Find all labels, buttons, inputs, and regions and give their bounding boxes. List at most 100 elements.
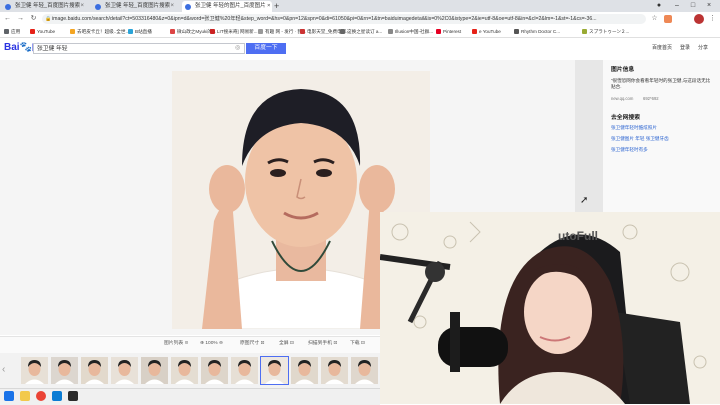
bookmark-item[interactable]: 有趣 网 - 发行 · 我... <box>258 26 306 37</box>
baidu-tab-icon <box>95 3 101 10</box>
thumbnail[interactable] <box>231 357 258 384</box>
tab-label: 张卫健 年轻_百度图片搜索 <box>105 3 171 9</box>
windows-start-icon[interactable] <box>4 391 14 401</box>
webcam-overlay: utoFull <box>380 212 720 404</box>
bookmark-label: 应用 <box>11 29 21 34</box>
baidu-tab-icon <box>5 3 11 10</box>
bookmark-item[interactable]: 应用 <box>4 26 20 37</box>
lock-icon[interactable]: 🔒 <box>45 14 51 24</box>
thumbnail[interactable] <box>21 357 48 384</box>
bookmark-icon <box>4 29 9 34</box>
bookmark-icon <box>340 29 345 34</box>
bookmark-item[interactable]: 微山政之Myuki的... <box>170 26 216 37</box>
bookmark-label: Pinterest <box>443 29 462 34</box>
search-button[interactable]: 百度一下 <box>246 43 286 54</box>
address-input[interactable]: image.baidu.com/search/detail?ct=5033164… <box>42 14 646 24</box>
toolbar-download[interactable]: 下载 ⊡ <box>350 339 365 349</box>
tab[interactable]: 张卫健 年轻_百度图片搜索 × <box>2 1 88 12</box>
avatar[interactable] <box>694 14 704 24</box>
tab-active[interactable]: 张卫健 年轻的图片_百度图片 × <box>182 1 272 12</box>
baidu-tab-icon <box>185 3 191 10</box>
bookmark-icon <box>210 29 215 34</box>
info-title: 图片信息 <box>611 67 635 73</box>
bookmark-label: Rhythm Doctor C... <box>521 29 561 34</box>
menu-icon[interactable]: ⋮ <box>708 12 717 26</box>
bookmark-icon <box>128 29 133 34</box>
tab[interactable]: 张卫健 年轻_百度图片搜索 × <box>92 1 178 12</box>
bookmark-icon <box>436 29 441 34</box>
close-tab-icon[interactable]: × <box>170 1 174 12</box>
bookmark-icon <box>70 29 75 34</box>
toolbar-image-list[interactable]: 图片列表 ⊙ <box>164 339 189 349</box>
info-dimensions: 692*692 <box>643 96 659 101</box>
file-explorer-icon[interactable] <box>20 391 30 401</box>
thumbnail[interactable] <box>141 357 168 384</box>
link-baidu-home[interactable]: 百度首页 <box>652 45 672 52</box>
toolbar-scan-to-phone[interactable]: 扫描到手机 ⊡ <box>308 339 337 349</box>
new-tab-button[interactable]: + <box>274 0 279 12</box>
bookmark-label: B站直播 <box>135 29 152 34</box>
camera-search-icon[interactable]: ◎ <box>235 43 240 54</box>
bookmark-icon <box>30 29 35 34</box>
related-link[interactable]: 张卫健年轻时有多 <box>611 146 648 154</box>
thumbnail[interactable] <box>81 357 108 384</box>
bookmark-label: スプラトゥーン２... <box>589 29 630 34</box>
thumbnail[interactable] <box>201 357 228 384</box>
close-tab-icon[interactable]: × <box>80 1 84 12</box>
forward-icon[interactable]: → <box>16 12 25 26</box>
profile-menu-icon[interactable]: ● <box>652 0 666 12</box>
info-caption[interactable]: “很惶恐网你会看看年轻时的张卫健,与这段话无比贴合. <box>611 78 711 90</box>
thumbnail[interactable] <box>291 357 318 384</box>
bookmark-star-icon[interactable]: ☆ <box>650 12 659 26</box>
bookmark-item[interactable]: スプラトゥーン２... <box>582 26 629 37</box>
bookmark-label: 去吧皮卡丘！超级..全世... <box>77 29 130 34</box>
bookmark-item[interactable]: e YouTube <box>472 26 501 37</box>
chrome-icon[interactable] <box>36 391 46 401</box>
bookmark-item[interactable]: LIT搜米奇] 网易新... <box>210 26 258 37</box>
bookmark-item[interactable]: Illusion中国-社群... <box>388 26 433 37</box>
bookmark-label: LIT搜米奇] 网易新... <box>217 29 258 34</box>
app-icon[interactable] <box>68 391 78 401</box>
thumbnail[interactable] <box>51 357 78 384</box>
search-input[interactable]: 张卫健 年轻 <box>33 43 245 54</box>
bookmark-item[interactable]: Pinterest <box>436 26 461 37</box>
bookmark-icon <box>258 29 263 34</box>
link-share[interactable]: 分享 <box>698 45 708 52</box>
extension-icon[interactable] <box>664 15 672 23</box>
bookmark-item[interactable]: 这换之星读订 a... <box>340 26 382 37</box>
related-link[interactable]: 张卫健图片 年轻 张卫健牙齿 <box>611 135 669 143</box>
chevron-left-icon[interactable]: ‹ <box>2 363 5 377</box>
bookmark-item[interactable]: 去吧皮卡丘！超级..全世... <box>70 26 129 37</box>
bookmark-icon <box>388 29 393 34</box>
bookmark-label: YouTube <box>37 29 56 34</box>
mouse-cursor-icon: ➚ <box>580 195 589 206</box>
thumbnail[interactable] <box>111 357 138 384</box>
bookmark-item[interactable]: B站直播 <box>128 26 152 37</box>
thumbnail[interactable] <box>351 357 378 384</box>
back-icon[interactable]: ← <box>3 12 12 26</box>
svg-text:utoFull: utoFull <box>558 229 598 243</box>
bookmark-label: 这换之星读订 a... <box>347 29 383 34</box>
app-icon[interactable] <box>52 391 62 401</box>
thumbnail[interactable] <box>260 356 289 385</box>
maximize-icon[interactable]: □ <box>686 0 700 12</box>
bookmark-item[interactable]: Rhythm Doctor C... <box>514 26 560 37</box>
tab-label: 张卫健 年轻的图片_百度图片 × <box>195 3 271 9</box>
toolbar-original-size[interactable]: 原图尺寸 ⊡ <box>240 339 265 349</box>
bookmark-label: Illusion中国-社群... <box>395 29 434 34</box>
info-source[interactable]: new.qq.com <box>611 96 633 101</box>
thumbnail[interactable] <box>171 357 198 384</box>
bookmark-item[interactable]: YouTube <box>30 26 55 37</box>
link-login[interactable]: 登录 <box>680 45 690 52</box>
bookmark-icon <box>472 29 477 34</box>
reload-icon[interactable]: ↻ <box>29 12 38 26</box>
toolbar-zoom[interactable]: ⊕ 100% ⊖ <box>200 339 223 349</box>
related-link[interactable]: 张卫健年轻时酷炫照片 <box>611 124 657 132</box>
thumbnail[interactable] <box>321 357 348 384</box>
search-web-title: 去全网搜索 <box>611 115 640 121</box>
bookmark-icon <box>170 29 175 34</box>
bookmark-icon <box>582 29 587 34</box>
toolbar-fullscreen[interactable]: 全屏 ⊡ <box>279 339 294 349</box>
close-window-icon[interactable]: × <box>702 0 716 12</box>
minimize-icon[interactable]: – <box>670 0 684 12</box>
